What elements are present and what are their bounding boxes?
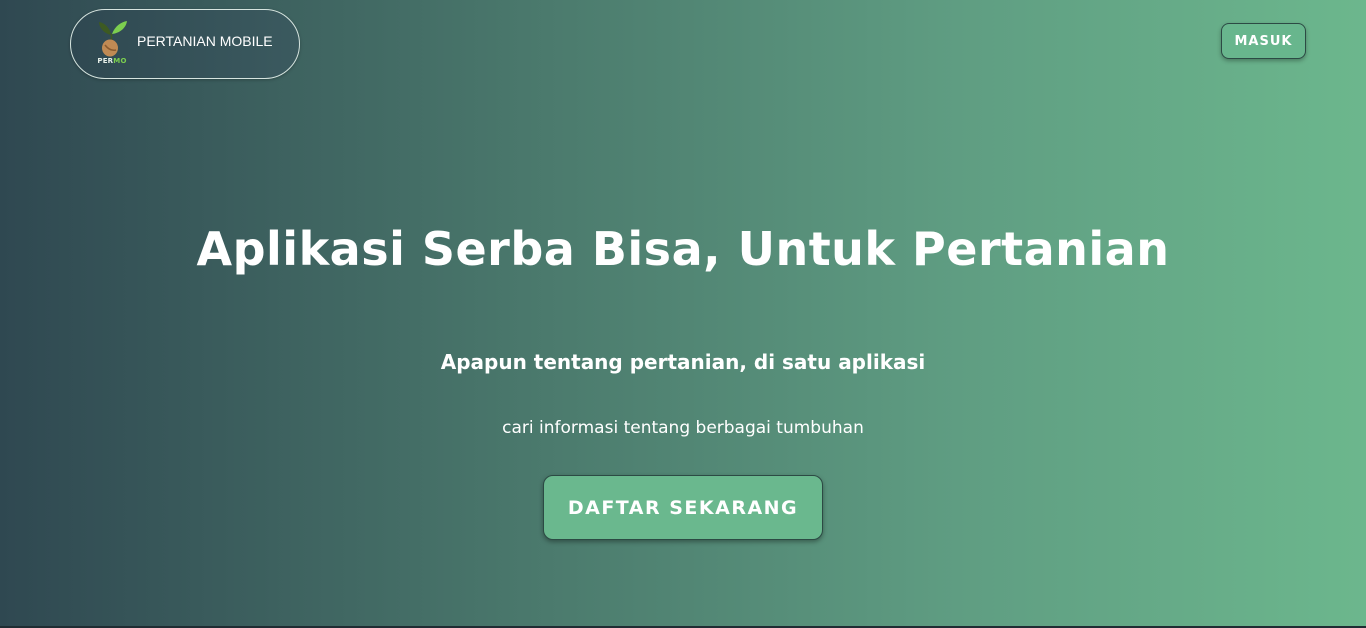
seed-sprout-icon: [99, 21, 127, 57]
hero-description: cari informasi tentang berbagai tumbuhan: [502, 418, 864, 438]
brand-name: PERTANIAN MOBILE: [137, 33, 273, 49]
login-button[interactable]: MASUK: [1221, 23, 1306, 59]
logo: PERMO: [93, 19, 131, 69]
logo-text: PERMO: [97, 57, 127, 65]
register-now-button[interactable]: DAFTAR SEKARANG: [543, 475, 823, 540]
brand-logo-pill[interactable]: PERMO PERTANIAN MOBILE: [70, 9, 300, 79]
hero-title: Aplikasi Serba Bisa, Untuk Pertanian: [196, 222, 1170, 276]
hero-subtitle: Apapun tentang pertanian, di satu aplika…: [440, 350, 926, 374]
landing-page: PERMO PERTANIAN MOBILE MASUK Aplikasi Se…: [0, 0, 1366, 628]
